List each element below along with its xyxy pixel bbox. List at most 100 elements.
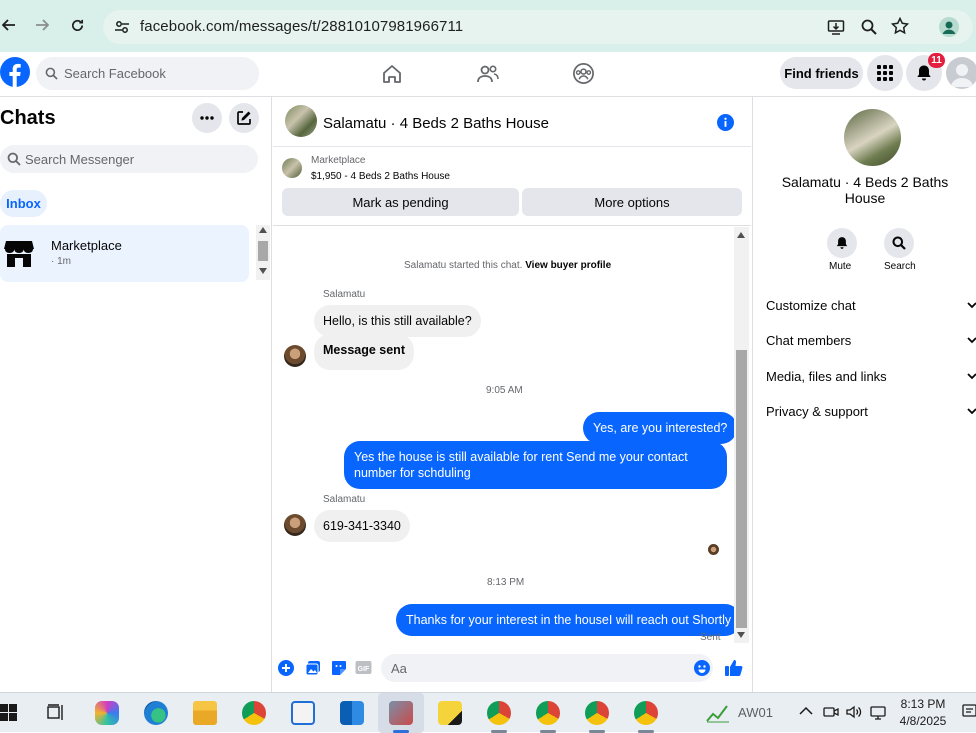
camera-icon[interactable] <box>823 704 839 720</box>
network-icon[interactable] <box>870 704 886 720</box>
home-icon[interactable] <box>381 63 403 85</box>
install-app-icon[interactable] <box>827 18 845 36</box>
new-message-button[interactable] <box>229 103 259 133</box>
sidebar-scrollbar[interactable] <box>256 225 270 280</box>
edge-browser-icon[interactable] <box>144 701 168 725</box>
browser-toolbar: facebook.com/messages/t/2881010798196671… <box>0 0 976 52</box>
search-in-conversation-button[interactable] <box>884 228 914 258</box>
facebook-logo[interactable] <box>0 57 30 87</box>
profile-icon[interactable] <box>939 17 959 37</box>
message-timestamp: 9:05 AM <box>486 385 523 396</box>
chat-meta: · 1m <box>51 256 71 267</box>
message-status: Sent <box>700 632 721 643</box>
search-icon <box>7 152 21 166</box>
task-view-icon[interactable] <box>47 704 65 721</box>
info-icon[interactable] <box>717 114 734 131</box>
file-explorer-icon[interactable] <box>193 701 217 725</box>
incoming-message[interactable]: Message sent <box>314 334 414 370</box>
groups-icon[interactable] <box>572 62 595 85</box>
read-receipt-avatar <box>708 544 719 555</box>
chevron-down-icon <box>967 302 976 309</box>
menu-grid-button[interactable] <box>867 55 903 91</box>
zoom-icon[interactable] <box>860 18 878 36</box>
widget-label[interactable]: AW01 <box>738 705 773 720</box>
listing-photo-avatar[interactable] <box>844 109 901 166</box>
copilot-icon[interactable] <box>95 701 119 725</box>
chrome-profile-icon[interactable] <box>585 701 609 725</box>
customize-chat-section[interactable]: Customize chat <box>766 298 976 313</box>
sender-avatar[interactable] <box>284 345 306 367</box>
thumbs-up-icon[interactable] <box>725 659 743 677</box>
find-friends-button[interactable]: Find friends <box>780 57 863 89</box>
windows-start-icon[interactable] <box>0 704 17 721</box>
chats-title: Chats <box>0 107 56 129</box>
plus-icon[interactable] <box>278 660 294 676</box>
address-bar[interactable]: facebook.com/messages/t/2881010798196671… <box>103 10 973 44</box>
messenger-search-input[interactable]: Search Messenger <box>0 145 258 173</box>
incoming-message[interactable]: 619-341-3340 <box>314 510 410 542</box>
stocks-widget-icon[interactable] <box>705 701 731 723</box>
listing-thumbnail[interactable] <box>282 158 302 178</box>
emoji-icon[interactable] <box>694 660 710 676</box>
more-icon <box>200 116 214 120</box>
photo-icon[interactable] <box>305 660 321 676</box>
outgoing-message[interactable]: Thanks for your interest in the houseI w… <box>396 604 742 636</box>
chrome-profile-icon[interactable] <box>634 701 658 725</box>
media-files-links-section[interactable]: Media, files and links <box>766 369 976 384</box>
clock-time[interactable]: 8:13 PM <box>898 697 948 711</box>
chat-name: Marketplace <box>51 238 122 253</box>
forward-icon[interactable] <box>35 18 49 32</box>
mark-as-pending-button[interactable]: Mark as pending <box>282 188 519 216</box>
privacy-support-section[interactable]: Privacy & support <box>766 404 976 419</box>
sticker-icon[interactable] <box>331 660 347 676</box>
conversation-header: Salamatu · 4 Beds 2 Baths House <box>273 97 751 147</box>
microsoft-store-icon[interactable] <box>291 701 315 725</box>
search-placeholder: Search Facebook <box>64 66 166 81</box>
message-input-placeholder: Aa <box>391 661 407 676</box>
bookmark-star-icon[interactable] <box>891 17 909 35</box>
notification-center-icon[interactable] <box>962 704 976 720</box>
reload-icon[interactable] <box>70 18 85 33</box>
back-icon[interactable] <box>2 18 16 32</box>
conversation-title[interactable]: Salamatu · 4 Beds 2 Baths House <box>323 115 549 132</box>
chat-members-section[interactable]: Chat members <box>766 333 976 348</box>
message-input[interactable]: Aa <box>381 654 713 682</box>
clock-date[interactable]: 4/8/2025 <box>896 714 950 728</box>
chevron-down-icon <box>967 408 976 415</box>
gif-icon[interactable]: GIF <box>355 660 372 676</box>
section-label: Chat members <box>766 333 852 348</box>
sender-name: Salamatu <box>323 289 366 300</box>
account-avatar[interactable] <box>946 57 976 89</box>
snipping-tool-icon[interactable] <box>389 701 413 725</box>
incoming-message[interactable]: Hello, is this still available? <box>314 305 481 337</box>
site-settings-icon[interactable] <box>114 19 130 35</box>
listing-thumbnail-avatar[interactable] <box>285 105 317 137</box>
inbox-filter-tab[interactable]: Inbox <box>0 190 47 217</box>
marketplace-listing-bar: Marketplace $1,950 - 4 Beds 2 Baths Hous… <box>273 148 751 226</box>
mute-button[interactable] <box>827 228 857 258</box>
svg-text:GIF: GIF <box>358 666 370 673</box>
chrome-icon[interactable] <box>242 701 266 725</box>
facebook-search-input[interactable]: Search Facebook <box>36 57 259 90</box>
chat-list-item[interactable]: Marketplace · 1m <box>0 225 249 282</box>
chrome-profile-icon[interactable] <box>487 701 511 725</box>
thread-scrollbar[interactable] <box>734 227 749 643</box>
facebook-top-nav: Search Facebook Find friends 11 <box>0 52 976 97</box>
view-buyer-profile-link[interactable]: View buyer profile <box>525 260 611 271</box>
message-composer: GIF Aa <box>273 650 751 692</box>
chat-started-note: Salamatu started this chat. View buyer p… <box>404 260 611 271</box>
chrome-profile-icon[interactable] <box>536 701 560 725</box>
friends-icon[interactable] <box>476 63 500 85</box>
outgoing-message[interactable]: Yes, are you interested? <box>583 412 738 444</box>
sticky-notes-icon[interactable] <box>438 701 462 725</box>
listing-summary[interactable]: $1,950 - 4 Beds 2 Baths House <box>311 171 450 182</box>
search-icon <box>45 67 58 80</box>
sender-avatar[interactable] <box>284 514 306 536</box>
volume-icon[interactable] <box>846 704 862 720</box>
more-options-button[interactable]: More options <box>522 188 742 216</box>
listing-source: Marketplace <box>311 155 366 166</box>
tray-overflow-icon[interactable] <box>799 706 813 716</box>
outlook-icon[interactable] <box>340 701 364 725</box>
chat-options-button[interactable] <box>192 103 222 133</box>
outgoing-message[interactable]: Yes the house is still available for ren… <box>344 441 727 489</box>
